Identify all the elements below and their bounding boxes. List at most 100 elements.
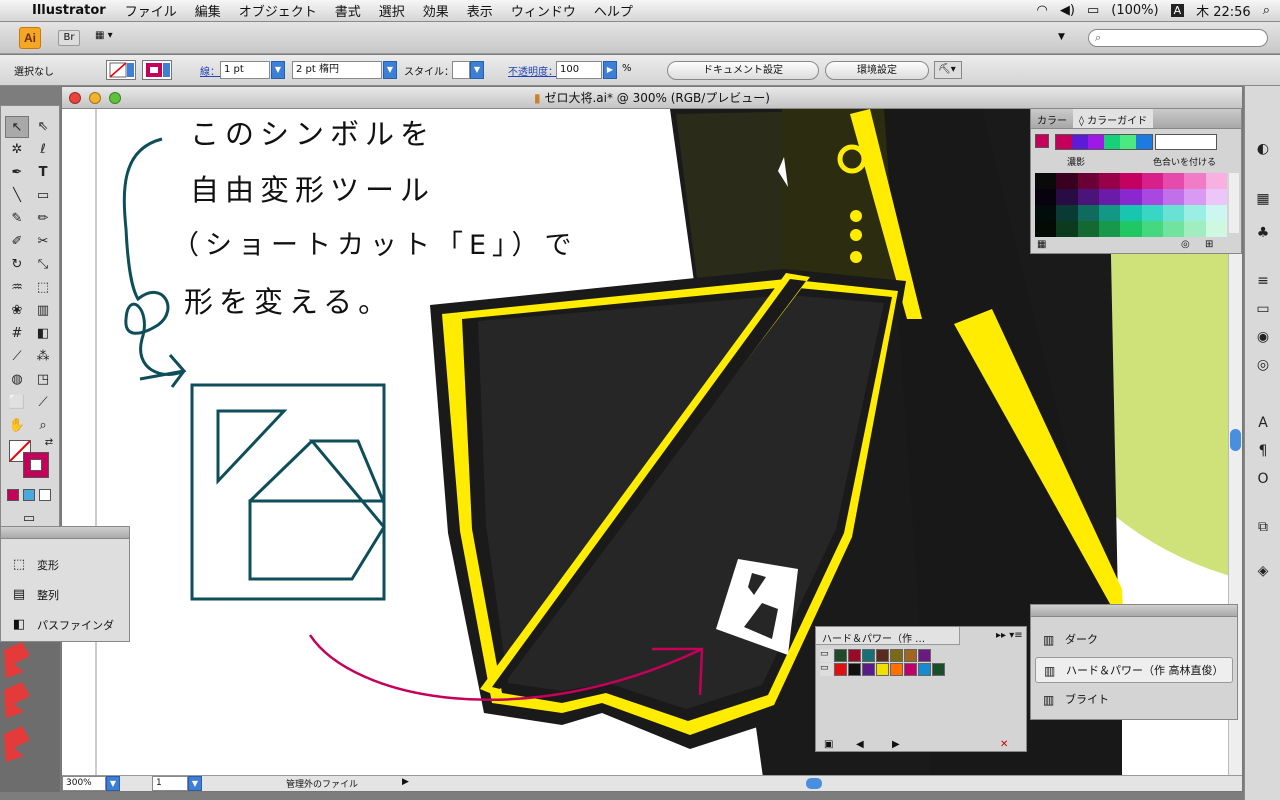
app-menu[interactable]: Illustrator [32, 3, 106, 18]
line-tool-icon[interactable]: ╲ [5, 185, 29, 207]
color-variation-swatch[interactable] [1099, 221, 1121, 237]
color-variation-swatch[interactable] [1141, 173, 1163, 189]
swatch[interactable] [890, 649, 903, 662]
color-variation-swatch[interactable] [1120, 221, 1142, 237]
swatch[interactable] [848, 663, 861, 676]
symbols-panel-icon[interactable]: ♣ [1251, 222, 1275, 244]
tab-color-guide[interactable]: ◊ カラーガイド [1073, 109, 1154, 128]
menu-window[interactable]: ウィンドウ [511, 1, 576, 20]
brush-field[interactable]: 2 pt 楕円 [292, 61, 382, 79]
preferences-button[interactable]: 環境設定 [825, 61, 929, 80]
isolate-icon[interactable]: ⛏▾ [934, 61, 962, 79]
harmony-rule-field[interactable] [1155, 134, 1217, 150]
battery-icon[interactable]: ▭ [1087, 3, 1099, 18]
stroke-weight-dropdown[interactable]: ▼ [271, 61, 285, 79]
swatch-library-tab[interactable]: ハード＆パワー（作 … [816, 627, 960, 645]
opentype-panel-icon[interactable]: O [1251, 468, 1275, 490]
scale-tool-icon[interactable]: ⤡ [31, 254, 55, 276]
save-group-icon[interactable]: ⊞ [1205, 239, 1213, 250]
stroke-label[interactable]: 線： [200, 63, 220, 78]
swatch[interactable] [834, 649, 847, 662]
color-variation-grid[interactable] [1035, 173, 1227, 237]
swatch[interactable] [890, 663, 903, 676]
menu-file[interactable]: ファイル [125, 1, 177, 20]
swatch[interactable] [932, 663, 945, 676]
bridge-button[interactable]: Br [58, 30, 80, 46]
delete-icon[interactable]: ✕ [1000, 739, 1008, 750]
panel-menu-icon[interactable]: ▸▸ ▾≡ [996, 630, 1023, 641]
opacity-label[interactable]: 不透明度： [508, 63, 558, 78]
color-variation-swatch[interactable] [1035, 173, 1057, 189]
horizontal-scroll-thumb[interactable] [806, 778, 822, 789]
graph-tool-icon[interactable]: ▥ [31, 300, 55, 322]
gradient-panel-icon[interactable]: ▭ [1251, 298, 1275, 320]
color-variation-swatch[interactable] [1184, 205, 1206, 221]
artboard-tool-icon[interactable]: ⬜ [5, 392, 29, 414]
artboards-panel-icon[interactable]: ⧉ [1251, 516, 1275, 538]
color-variation-swatch[interactable] [1205, 189, 1227, 205]
graphic-styles-panel-icon[interactable]: ◎ [1251, 354, 1275, 376]
zoom-dropdown[interactable]: ▼ [106, 776, 120, 791]
none-mode-icon[interactable] [39, 489, 51, 501]
color-variation-swatch[interactable] [1205, 205, 1227, 221]
opacity-field[interactable]: 100 [556, 61, 602, 79]
color-variation-swatch[interactable] [1141, 221, 1163, 237]
gradient-mode-icon[interactable] [23, 489, 35, 501]
align-panel-button[interactable]: ▤ 整列 [11, 587, 59, 603]
color-variation-swatch[interactable] [1184, 189, 1206, 205]
eyedropper-tool-icon[interactable]: ⟋ [5, 346, 29, 368]
color-variation-swatch[interactable] [1141, 205, 1163, 221]
tab-color[interactable]: カラー [1031, 109, 1073, 128]
color-variation-swatch[interactable] [1141, 189, 1163, 205]
zoom-window-button[interactable] [109, 92, 121, 104]
color-variation-swatch[interactable] [1205, 173, 1227, 189]
status-text[interactable]: 管理外のファイル [286, 777, 358, 790]
document-setup-button[interactable]: ドキュメント設定 [667, 61, 819, 80]
clock[interactable]: 木 22:56 [1196, 1, 1251, 20]
transform-panel-button[interactable]: ⬚ 変形 [11, 557, 59, 573]
brush-dropdown[interactable]: ▼ [383, 61, 397, 79]
style-dropdown[interactable]: ▼ [470, 61, 484, 79]
color-variation-swatch[interactable] [1205, 221, 1227, 237]
lasso-tool-icon[interactable]: ℓ [31, 139, 55, 161]
swatch[interactable] [848, 649, 861, 662]
color-variation-swatch[interactable] [1035, 189, 1057, 205]
color-variation-swatch[interactable] [1035, 221, 1057, 237]
stroke-color-box[interactable] [23, 452, 49, 478]
menu-effect[interactable]: 効果 [423, 1, 449, 20]
color-variation-swatch[interactable] [1099, 205, 1121, 221]
menu-view[interactable]: 表示 [467, 1, 493, 20]
color-variation-swatch[interactable] [1035, 205, 1057, 221]
paragraph-panel-icon[interactable]: ¶ [1251, 440, 1275, 462]
color-variation-swatch[interactable] [1056, 205, 1078, 221]
artboard-dropdown[interactable]: ▼ [188, 776, 202, 791]
warp-tool-icon[interactable]: ♒ [5, 277, 29, 299]
status-menu-arrow[interactable]: ▶ [402, 777, 409, 787]
color-variation-swatch[interactable] [1056, 221, 1078, 237]
harmony-strip[interactable] [1055, 134, 1153, 150]
swatch[interactable] [904, 663, 917, 676]
library-menu-icon[interactable]: ▣ [824, 739, 833, 750]
input-source-icon[interactable]: A [1170, 4, 1185, 17]
wifi-icon[interactable]: ◠ [1037, 3, 1048, 18]
color-group-dark[interactable]: ▥ ダーク [1035, 627, 1233, 653]
color-grid-scrollbar[interactable] [1229, 173, 1239, 233]
hand-tool-icon[interactable]: ✋ [5, 415, 29, 437]
rotate-tool-icon[interactable]: ↻ [5, 254, 29, 276]
layers-panel-icon[interactable]: ◈ [1251, 560, 1275, 582]
color-variation-swatch[interactable] [1184, 221, 1206, 237]
pen-tool-icon[interactable]: ✒ [5, 162, 29, 184]
selection-tool-icon[interactable]: ↖ [5, 116, 29, 138]
swatch[interactable] [918, 663, 931, 676]
swatch[interactable] [862, 663, 875, 676]
vertical-scroll-thumb[interactable] [1230, 429, 1241, 451]
gradient-tool-icon[interactable]: ◧ [31, 323, 55, 345]
search-field[interactable]: ⌕ [1088, 29, 1268, 47]
scissors-tool-icon[interactable]: ✂ [31, 231, 55, 253]
panel-header[interactable] [1031, 605, 1237, 617]
color-mode-icon[interactable] [7, 489, 19, 501]
harmony-color-swatch[interactable] [1056, 135, 1072, 149]
magic-wand-tool-icon[interactable]: ✲ [5, 139, 29, 161]
zoom-field[interactable]: 300% [62, 776, 106, 791]
color-variation-swatch[interactable] [1163, 189, 1185, 205]
